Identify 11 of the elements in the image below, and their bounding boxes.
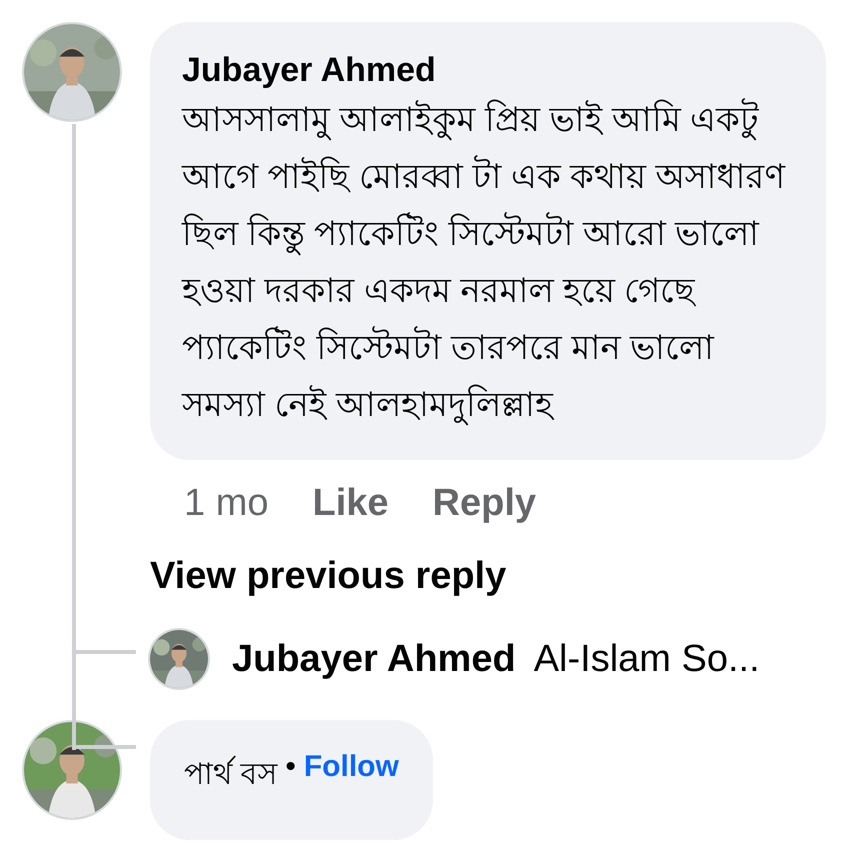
action-link[interactable]: Like [312,482,389,525]
separator: • [285,750,296,784]
action-link[interactable]: Reply [432,482,536,525]
reply-author: Jubayer Ahmed [232,638,516,680]
reply-text: Al-Islam So... [534,638,760,680]
view-previous-link[interactable]: View previous reply [150,555,506,598]
author-name: Jubayer Ahmed [182,50,437,91]
author-name: পার্থ বস [184,750,278,801]
follow-link[interactable]: Follow [304,750,399,784]
comment-text: আসসালামু আলাইকুম প্রিয় ভাই আমি একটু আগে পাইছি মোরব্বা টা এক কথায় অসাধারণ ছিল কিন্তু প্যাকেটিং সিস্টেমটা আরো ভালো হওয়া দরকার একদম নরমাল হয়ে গেছে প্যাকেটিং সিস্টেমটা তারপরে মান ভালো সমস্যা নেই আলহামদুলিল্লাহ [182,92,796,434]
timestamp: 1 mo [184,482,268,525]
